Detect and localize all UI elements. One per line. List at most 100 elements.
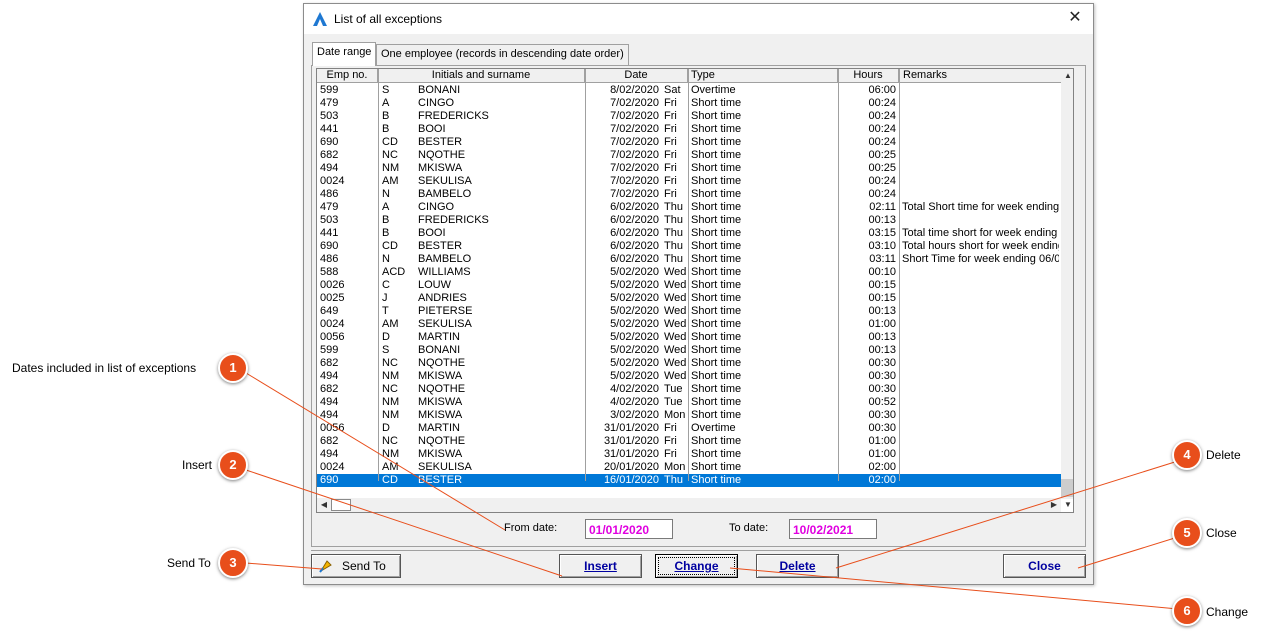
delete-button[interactable]: Delete [756, 554, 839, 578]
col-hours[interactable]: Hours [838, 69, 899, 83]
table-row[interactable]: 503 B FREDERICKS 6/02/2020 Thu Short time 00:1… [317, 214, 1061, 227]
cell-surname: NQOTHE [418, 357, 466, 369]
scroll-left-icon[interactable]: ◀ [317, 498, 331, 512]
table-row[interactable]: 649 T PIETERSE 5/02/2020 Wed Short time 00:13 [317, 305, 1061, 318]
cell-type: Overtime [691, 422, 736, 434]
cell-remarks [902, 188, 1059, 201]
cell-hours: 00:24 [868, 136, 896, 148]
table-row[interactable]: 0056 D MARTIN 5/02/2020 Wed Short time 00:13 [317, 331, 1061, 344]
cell-initials: CD [382, 474, 398, 486]
exceptions-table[interactable]: Emp no. Initials and surname Date Type H… [316, 68, 1074, 513]
cell-initials: D [382, 331, 390, 343]
table-row[interactable]: 441 B BOOI 6/02/2020 Thu Short time 03:15 Total… [317, 227, 1061, 240]
table-row[interactable]: 494 NM MKISWA 5/02/2020 Wed Short time 00:30 [317, 370, 1061, 383]
close-icon[interactable]: ✕ [1065, 8, 1085, 28]
cell-hours: 00:10 [868, 266, 896, 278]
cell-type: Short time [691, 409, 742, 421]
table-row[interactable]: 0024 AM SEKULISA 7/02/2020 Fri Short time 00:2… [317, 175, 1061, 188]
callout-label-3: Send To [167, 556, 211, 570]
cell-hours: 00:25 [868, 149, 896, 161]
callout-label-2: Insert [182, 458, 213, 472]
tab-one-employee[interactable]: One employee (records in descending date… [376, 44, 629, 65]
table-row[interactable]: 682 NC NQOTHE 7/02/2020 Fri Short time 00:25 [317, 149, 1061, 162]
cell-initials: NC [382, 383, 398, 395]
to-date-field[interactable]: 10/02/2021 [789, 519, 877, 539]
table-row[interactable]: 503 B FREDERICKS 7/02/2020 Fri Short time 00:2… [317, 110, 1061, 123]
table-row[interactable]: 441 B BOOI 7/02/2020 Fri Short time 00:24 [317, 123, 1061, 136]
table-row[interactable]: 486 N BAMBELO 6/02/2020 Thu Short time 03:11 Sh… [317, 253, 1061, 266]
table-row[interactable]: 494 NM MKISWA 3/02/2020 Mon Short time 00:30 [317, 409, 1061, 422]
cell-type: Short time [691, 396, 742, 408]
cell-type: Short time [691, 253, 742, 265]
cell-remarks [902, 474, 1059, 487]
cell-date: 7/02/2020 [610, 97, 659, 109]
scroll-down-icon[interactable]: ▼ [1061, 498, 1073, 512]
cell-initials: CD [382, 240, 398, 252]
table-row[interactable]: 690 CD BESTER 16/01/2020 Thu Short time 02:00 [317, 474, 1061, 487]
change-button[interactable]: Change [655, 554, 738, 578]
cell-remarks [902, 331, 1059, 344]
table-row[interactable]: 599 S BONANI 5/02/2020 Wed Short time 00:13 [317, 344, 1061, 357]
table-row[interactable]: 690 CD BESTER 7/02/2020 Fri Short time 00:24 [317, 136, 1061, 149]
table-row[interactable]: 0025 J ANDRIES 5/02/2020 Wed Short time 00:15 [317, 292, 1061, 305]
cell-remarks [902, 461, 1059, 474]
close-button[interactable]: Close [1003, 554, 1086, 578]
from-date-field[interactable]: 01/01/2020 [585, 519, 673, 539]
cell-type: Short time [691, 214, 742, 226]
cell-surname: BOOI [418, 227, 446, 239]
col-emp-no[interactable]: Emp no. [317, 69, 378, 83]
table-row[interactable]: 479 A CINGO 7/02/2020 Fri Short time 00:24 [317, 97, 1061, 110]
horizontal-scrollbar[interactable]: ◀ ▶ [317, 498, 1061, 512]
vertical-scrollbar[interactable]: ▲ [1061, 69, 1073, 499]
table-row[interactable]: 682 NC NQOTHE 5/02/2020 Wed Short time 00:30 [317, 357, 1061, 370]
table-row[interactable]: 588 ACD WILLIAMS 5/02/2020 Wed Short time 00:1… [317, 266, 1061, 279]
cell-type: Short time [691, 201, 742, 213]
tab-date-range[interactable]: Date range [312, 42, 377, 66]
cell-weekday: Thu [664, 240, 683, 252]
cell-date: 7/02/2020 [610, 149, 659, 161]
send-to-button[interactable]: Send To [311, 554, 401, 578]
table-row[interactable]: 0056 D MARTIN 31/01/2020 Fri Overtime 00:30 [317, 422, 1061, 435]
table-row[interactable]: 599 S BONANI 8/02/2020 Sat Overtime 06:00 [317, 84, 1061, 97]
col-remarks[interactable]: Remarks [899, 69, 1061, 83]
table-row[interactable]: 682 NC NQOTHE 4/02/2020 Tue Short time 00:30 [317, 383, 1061, 396]
table-row[interactable]: 0026 C LOUW 5/02/2020 Wed Short time 00:15 [317, 279, 1061, 292]
cell-surname: BAMBELO [418, 188, 472, 200]
cell-surname: BESTER [418, 240, 463, 252]
table-row[interactable]: 494 NM MKISWA 7/02/2020 Fri Short time 00:25 [317, 162, 1061, 175]
col-name[interactable]: Initials and surname [378, 69, 585, 83]
cell-weekday: Fri [664, 448, 677, 460]
cell-date: 5/02/2020 [610, 331, 659, 343]
table-row[interactable]: 0024 AM SEKULISA 20/01/2020 Mon Short time 02:… [317, 461, 1061, 474]
column-divider [378, 69, 379, 481]
cell-date: 5/02/2020 [610, 305, 659, 317]
scroll-right-icon[interactable]: ▶ [1047, 498, 1061, 512]
insert-button[interactable]: Insert [559, 554, 642, 578]
table-row[interactable]: 0024 AM SEKULISA 5/02/2020 Wed Short time 01:0… [317, 318, 1061, 331]
col-type[interactable]: Type [688, 69, 838, 83]
table-row[interactable]: 682 NC NQOTHE 31/01/2020 Fri Short time 01:00 [317, 435, 1061, 448]
table-row[interactable]: 494 NM MKISWA 4/02/2020 Tue Short time 00:52 [317, 396, 1061, 409]
cell-emp-no: 486 [320, 253, 339, 265]
table-row[interactable]: 494 NM MKISWA 31/01/2020 Fri Short time 01:00 [317, 448, 1061, 461]
table-row[interactable]: 486 N BAMBELO 7/02/2020 Fri Short time 00:24 [317, 188, 1061, 201]
cell-remarks [902, 435, 1059, 448]
cell-surname: SEKULISA [418, 461, 472, 473]
cell-remarks [902, 149, 1059, 162]
cell-weekday: Fri [664, 136, 677, 148]
cell-hours: 00:13 [868, 305, 896, 317]
scroll-up-icon[interactable]: ▲ [1061, 69, 1073, 83]
cell-initials: B [382, 123, 390, 135]
cell-date: 7/02/2020 [610, 123, 659, 135]
cell-date: 6/02/2020 [610, 227, 659, 239]
cell-remarks [902, 136, 1059, 149]
vertical-scroll-thumb[interactable] [1061, 479, 1073, 497]
from-date-label: From date: [504, 522, 558, 534]
col-date[interactable]: Date [585, 69, 688, 83]
horizontal-scroll-thumb[interactable] [331, 499, 351, 511]
cell-weekday: Thu [664, 227, 683, 239]
cell-hours: 00:30 [868, 370, 896, 382]
table-row[interactable]: 690 CD BESTER 6/02/2020 Thu Short time 03:10 To… [317, 240, 1061, 253]
cell-date: 8/02/2020 [610, 84, 659, 96]
table-row[interactable]: 479 A CINGO 6/02/2020 Thu Short time 02:11 Tota… [317, 201, 1061, 214]
